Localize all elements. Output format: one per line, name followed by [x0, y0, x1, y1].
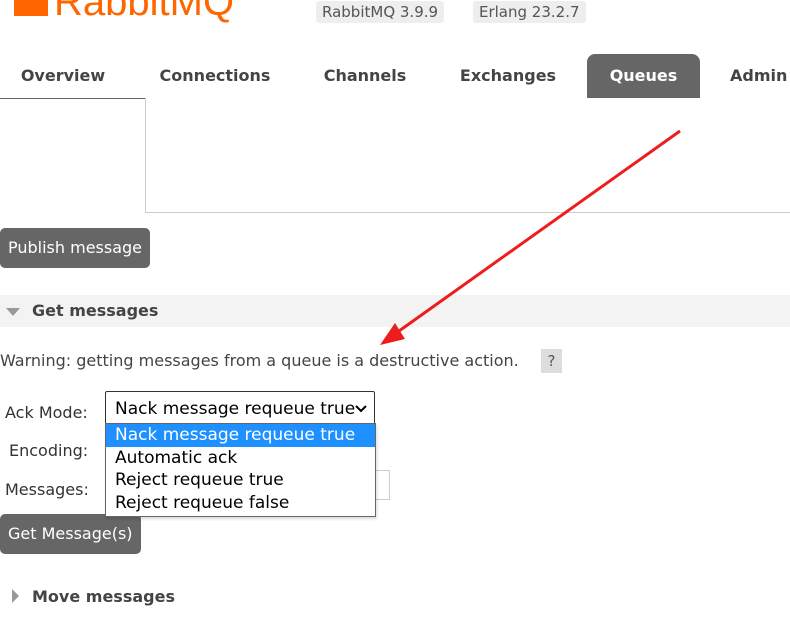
tab-connections[interactable]: Connections	[150, 54, 280, 98]
rabbitmq-version-badge: RabbitMQ 3.9.9	[316, 1, 445, 23]
move-messages-section-header[interactable]: Move messages	[0, 581, 790, 613]
tab-exchanges[interactable]: Exchanges	[450, 54, 566, 98]
expand-triangle-icon	[12, 589, 19, 603]
option-reject-requeue-false[interactable]: Reject requeue false	[106, 492, 375, 515]
publish-message-button[interactable]: Publish message	[0, 228, 151, 268]
main-tabs: Overview Connections Channels Exchanges …	[0, 54, 790, 99]
ack-mode-label: Ack Mode:	[5, 403, 88, 422]
messages-label: Messages:	[5, 480, 89, 499]
option-reject-requeue-true[interactable]: Reject requeue true	[106, 469, 375, 492]
ack-mode-selected-value: Nack message requeue true	[115, 399, 356, 419]
logo-text: RabbitMQ	[54, 0, 235, 24]
get-messages-button[interactable]: Get Message(s)	[0, 514, 141, 554]
option-nack-requeue-true[interactable]: Nack message requeue true	[106, 424, 375, 447]
tab-channels[interactable]: Channels	[310, 54, 420, 98]
collapse-triangle-icon	[6, 308, 20, 316]
tab-admin[interactable]: Admin	[722, 54, 790, 98]
section-title: Move messages	[32, 587, 175, 606]
get-messages-section-header[interactable]: Get messages	[0, 295, 790, 327]
encoding-label: Encoding:	[9, 441, 89, 460]
ack-mode-select[interactable]: Nack message requeue true	[105, 391, 375, 427]
option-automatic-ack[interactable]: Automatic ack	[106, 447, 375, 470]
help-button[interactable]: ?	[541, 349, 562, 373]
warning-text: Warning: getting messages from a queue i…	[0, 351, 519, 370]
rabbitmq-logo-icon	[14, 0, 48, 16]
section-title: Get messages	[32, 301, 159, 320]
tab-queues[interactable]: Queues	[587, 54, 700, 98]
erlang-version-badge: Erlang 23.2.7	[473, 1, 586, 23]
tab-overview[interactable]: Overview	[6, 54, 120, 98]
ack-mode-options-list: Nack message requeue true Automatic ack …	[105, 423, 376, 517]
payload-textarea[interactable]	[145, 98, 790, 213]
